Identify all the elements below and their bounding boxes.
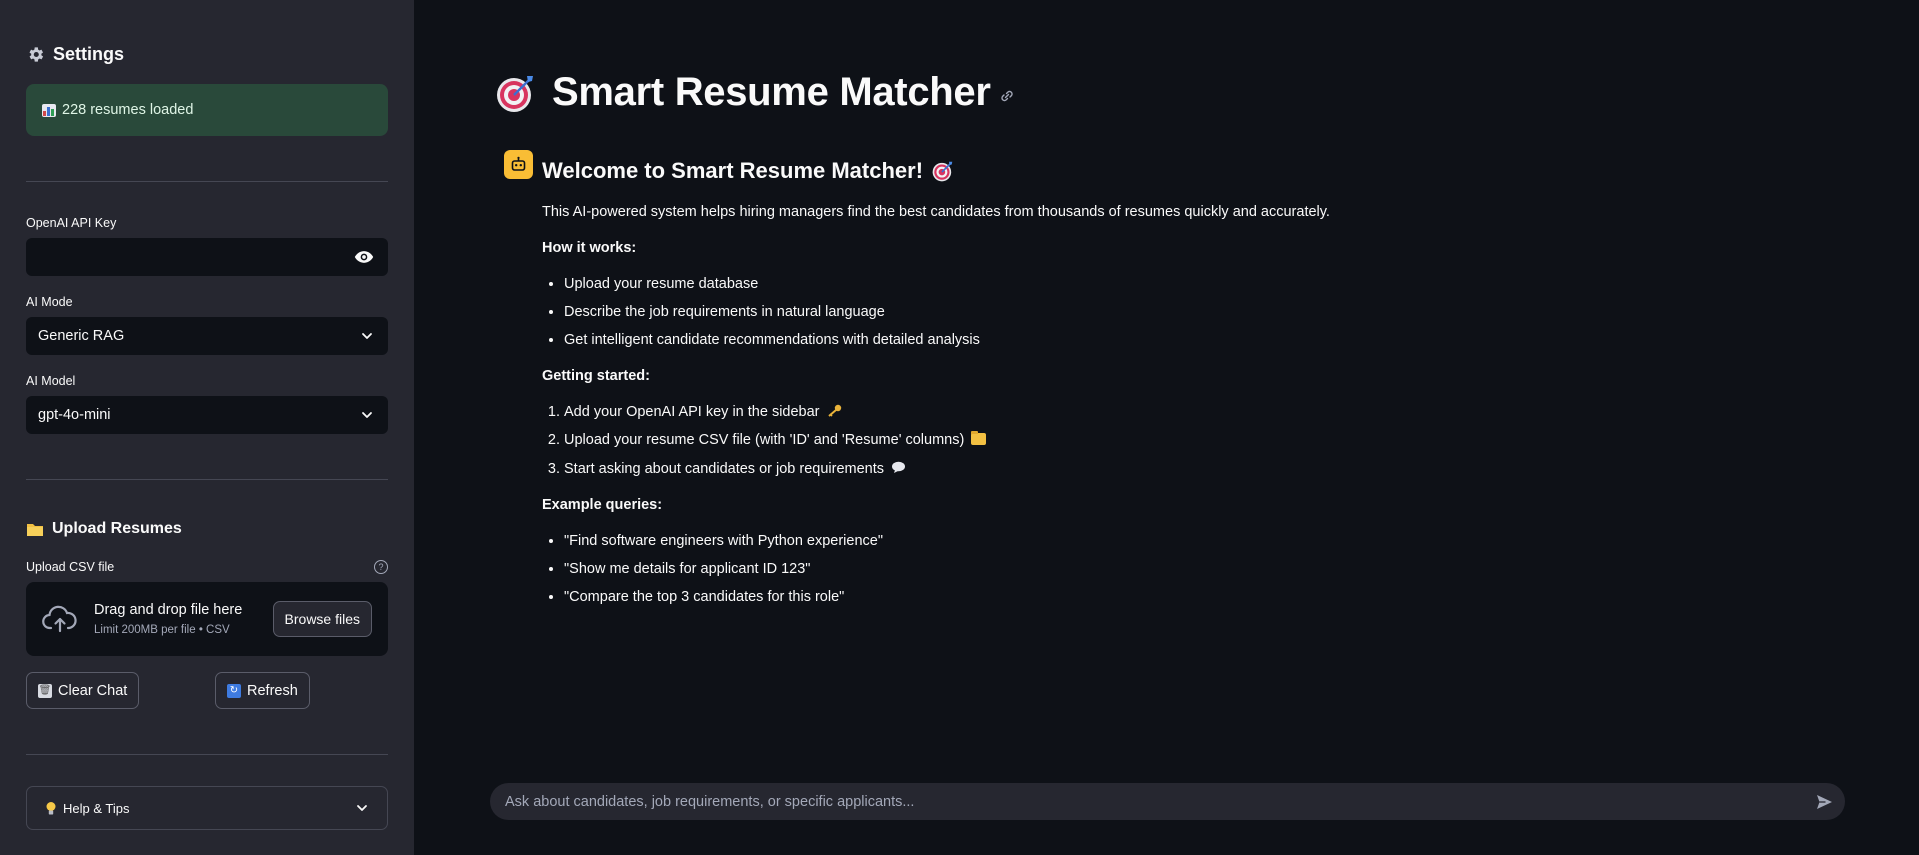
divider [26,754,388,755]
upload-title: Upload Resumes [52,520,182,537]
api-key-label: OpenAI API Key [26,216,117,230]
api-key-input[interactable] [26,238,388,276]
example-queries-heading: Example queries: [542,496,663,513]
folder-icon [971,431,987,446]
ai-model-label: AI Model [26,374,76,388]
message-heading: Welcome to Smart Resume Matcher! [542,157,1362,185]
how-it-works-list: Upload your resume database Describe the… [564,275,1362,349]
refresh-icon: ↻ [227,683,241,698]
bar-chart-icon [42,103,56,117]
step-text: Upload your resume CSV file (with 'ID' a… [564,432,965,449]
drag-drop-text: Drag and drop file here [94,602,243,618]
assistant-avatar [504,150,533,179]
key-icon [827,405,841,418]
intro-paragraph: This AI-powered system helps hiring mana… [542,203,1330,220]
refresh-button[interactable]: ↻ Refresh [215,672,310,709]
list-item: Upload your resume CSV file (with 'ID' a… [564,431,1362,449]
settings-title: Settings [53,44,125,64]
clear-chat-label: Clear Chat [58,682,128,699]
step-text: Start asking about candidates or job req… [564,460,884,477]
help-tips-label: Help & Tips [63,800,130,816]
file-dropzone[interactable]: Drag and drop file here Limit 200MB per … [26,582,388,656]
list-item: Add your OpenAI API key in the sidebar [564,403,1362,421]
help-tips-expander[interactable]: Help & Tips [26,786,388,830]
lightbulb-icon [46,801,56,814]
trash-icon: 🗑 [38,683,52,698]
link-icon[interactable] [999,88,1015,104]
ai-model-value: gpt-4o-mini [38,407,111,423]
list-item: "Compare the top 3 candidates for this r… [564,588,1362,606]
upload-heading: Upload Resumes [26,520,182,538]
sidebar: Settings 228 resumes loaded OpenAI API K… [0,0,414,855]
chevron-down-icon [357,805,367,811]
chat-input[interactable] [505,793,1705,810]
status-success-box: 228 resumes loaded [26,84,388,136]
list-item: Describe the job requirements in natural… [564,303,1362,321]
divider [26,181,388,182]
ai-mode-value: Generic RAG [38,328,125,344]
list-item: Get intelligent candidate recommendation… [564,331,1362,349]
help-circle-icon[interactable]: ? [374,560,388,574]
browse-files-button[interactable]: Browse files [272,601,372,637]
chat-input-bar[interactable] [490,783,1845,820]
chevron-down-icon [362,412,372,418]
welcome-heading-text: Welcome to Smart Resume Matcher! [542,158,924,183]
upload-limit-text: Limit 200MB per file • CSV [94,624,230,636]
cloud-upload-icon [42,605,77,633]
robot-icon [511,156,526,171]
page-title-row: Smart Resume Matcher [494,70,1015,115]
assistant-message: Welcome to Smart Resume Matcher! This AI… [542,154,1362,624]
getting-started-list: Add your OpenAI API key in the sidebar U… [564,403,1362,477]
settings-heading: Settings [26,44,124,65]
how-it-works-heading: How it works: [542,239,637,256]
direct-hit-icon [932,161,953,182]
list-item: Upload your resume database [564,275,1362,293]
speech-balloon-icon [892,461,906,473]
clear-chat-button[interactable]: 🗑 Clear Chat [26,672,140,709]
list-item: "Show me details for applicant ID 123" [564,560,1362,578]
resumes-loaded-text: 228 resumes loaded [62,102,194,118]
dropzone-text: Drag and drop file here Limit 200MB per … [94,602,242,636]
page-title: Smart Resume Matcher [552,70,991,114]
folder-icon [27,524,43,536]
getting-started-heading: Getting started: [542,368,650,385]
send-icon[interactable] [1815,793,1833,811]
ai-mode-label: AI Mode [26,295,73,309]
upload-csv-label: Upload CSV file [26,560,115,574]
ai-mode-select[interactable]: Generic RAG [26,317,388,355]
ai-model-select[interactable]: gpt-4o-mini [26,396,388,434]
refresh-label: Refresh [247,682,298,699]
example-queries-list: "Find software engineers with Python exp… [564,532,1362,606]
list-item: Start asking about candidates or job req… [564,460,1362,478]
step-text: Add your OpenAI API key in the sidebar [564,404,820,421]
divider [26,479,388,480]
direct-hit-icon [497,75,533,112]
chevron-down-icon [362,333,372,339]
eye-icon[interactable] [354,250,374,264]
gear-icon [29,47,44,62]
list-item: "Find software engineers with Python exp… [564,532,1362,550]
